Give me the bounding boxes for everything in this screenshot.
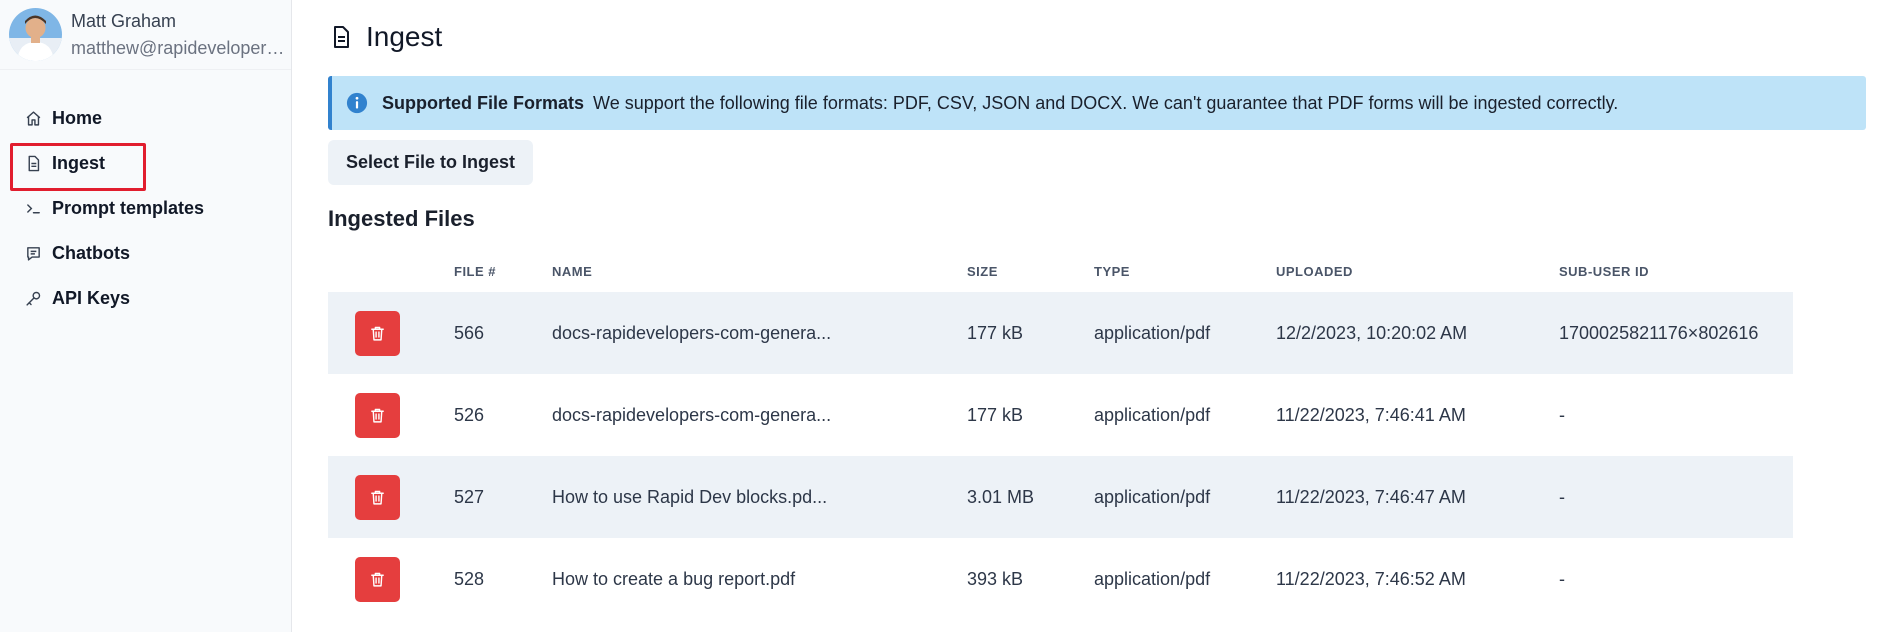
trash-icon: [371, 572, 384, 587]
chat-icon: [24, 245, 42, 263]
sidebar-item-chatbots[interactable]: Chatbots: [0, 231, 291, 276]
cell-file-no: 527: [454, 486, 485, 507]
trash-icon: [371, 408, 384, 423]
file-icon: [24, 155, 42, 173]
cell-file-no: 528: [454, 568, 485, 589]
cell-size: 177 kB: [967, 322, 1024, 343]
sidebar-nav: Home Ingest Prompt templates Chatbots AP…: [0, 96, 291, 321]
avatar[interactable]: [9, 8, 62, 61]
table-row: 527 How to use Rapid Dev blocks.pd... 3.…: [328, 456, 1793, 538]
column-header-size[interactable]: Size: [967, 250, 1094, 292]
cell-size: 177 kB: [967, 404, 1024, 425]
sidebar-item-ingest[interactable]: Ingest: [0, 141, 291, 191]
cell-name: docs-rapidevelopers-com-genera...: [552, 322, 832, 343]
user-profile[interactable]: Matt Graham matthew@rapidevelopers.com: [0, 0, 291, 70]
cell-sub-user-id: -: [1559, 486, 1565, 507]
column-header-file-no[interactable]: File #: [454, 250, 552, 292]
table-header-row: File # Name Size Type Uploaded Sub-User …: [328, 250, 1793, 292]
sidebar-item-label: API Keys: [52, 288, 131, 308]
column-header-type[interactable]: Type: [1094, 250, 1276, 292]
table-row: 526 docs-rapidevelopers-com-genera... 17…: [328, 374, 1793, 456]
cell-file-no: 566: [454, 322, 485, 343]
key-icon: [24, 290, 42, 308]
alert-title: Supported File Formats: [382, 92, 585, 113]
home-icon: [24, 110, 42, 128]
delete-file-button[interactable]: [355, 474, 400, 520]
trash-icon: [371, 490, 384, 505]
info-icon: [346, 92, 368, 114]
sidebar-item-label: Prompt templates: [52, 198, 205, 218]
cell-sub-user-id: -: [1559, 404, 1565, 425]
terminal-icon: [24, 200, 42, 218]
cell-sub-user-id: 1700025821176×802616: [1559, 322, 1759, 343]
page-title: Ingest: [366, 21, 443, 52]
sidebar-item-api-keys[interactable]: API Keys: [0, 276, 291, 321]
alert-description: We support the following file formats: P…: [593, 92, 1619, 113]
user-name: Matt Graham: [71, 11, 177, 31]
table-row: 566 docs-rapidevelopers-com-genera... 17…: [328, 292, 1793, 374]
cell-file-no: 526: [454, 404, 485, 425]
sidebar-item-label: Ingest: [52, 153, 106, 173]
delete-file-button[interactable]: [355, 556, 400, 602]
column-header-name[interactable]: Name: [552, 250, 967, 292]
cell-size: 393 kB: [967, 568, 1024, 589]
select-file-button[interactable]: Select File to Ingest: [328, 140, 534, 185]
sidebar-item-label: Home: [52, 108, 103, 128]
cell-type: application/pdf: [1094, 568, 1211, 589]
sidebar-item-prompt-templates[interactable]: Prompt templates: [0, 186, 291, 231]
main-content: Ingest Supported File Formats We support…: [292, 0, 1904, 632]
delete-file-button[interactable]: [355, 392, 400, 438]
sidebar-item-label: Chatbots: [52, 243, 130, 263]
column-header-actions: [328, 250, 454, 292]
page-header: Ingest: [328, 0, 1904, 72]
cell-size: 3.01 MB: [967, 486, 1035, 507]
table-row: 528 How to create a bug report.pdf 393 k…: [328, 538, 1793, 620]
delete-file-button[interactable]: [355, 310, 400, 356]
ingested-files-title: Ingested Files: [328, 206, 475, 231]
column-header-sub-user-id[interactable]: Sub-User ID: [1559, 250, 1793, 292]
cell-type: application/pdf: [1094, 404, 1211, 425]
cell-name: How to use Rapid Dev blocks.pd...: [552, 486, 828, 507]
file-icon: [328, 24, 354, 50]
cell-sub-user-id: -: [1559, 568, 1565, 589]
cell-uploaded: 12/2/2023, 10:20:02 AM: [1276, 322, 1468, 343]
supported-formats-alert: Supported File Formats We support the fo…: [328, 76, 1866, 130]
cell-name: docs-rapidevelopers-com-genera...: [552, 404, 832, 425]
cell-uploaded: 11/22/2023, 7:46:47 AM: [1276, 486, 1466, 507]
sidebar: Matt Graham matthew@rapidevelopers.com H…: [0, 0, 292, 632]
sidebar-item-home[interactable]: Home: [0, 96, 291, 141]
app-root: Matt Graham matthew@rapidevelopers.com H…: [0, 0, 1904, 632]
cell-type: application/pdf: [1094, 322, 1211, 343]
user-email: matthew@rapidevelopers.com: [71, 38, 291, 58]
ingested-files-table: File # Name Size Type Uploaded Sub-User …: [328, 250, 1793, 620]
column-header-uploaded[interactable]: Uploaded: [1276, 250, 1559, 292]
cell-type: application/pdf: [1094, 486, 1211, 507]
trash-icon: [371, 326, 384, 341]
cell-name: How to create a bug report.pdf: [552, 568, 796, 589]
cell-uploaded: 11/22/2023, 7:46:41 AM: [1276, 404, 1466, 425]
cell-uploaded: 11/22/2023, 7:46:52 AM: [1276, 568, 1466, 589]
